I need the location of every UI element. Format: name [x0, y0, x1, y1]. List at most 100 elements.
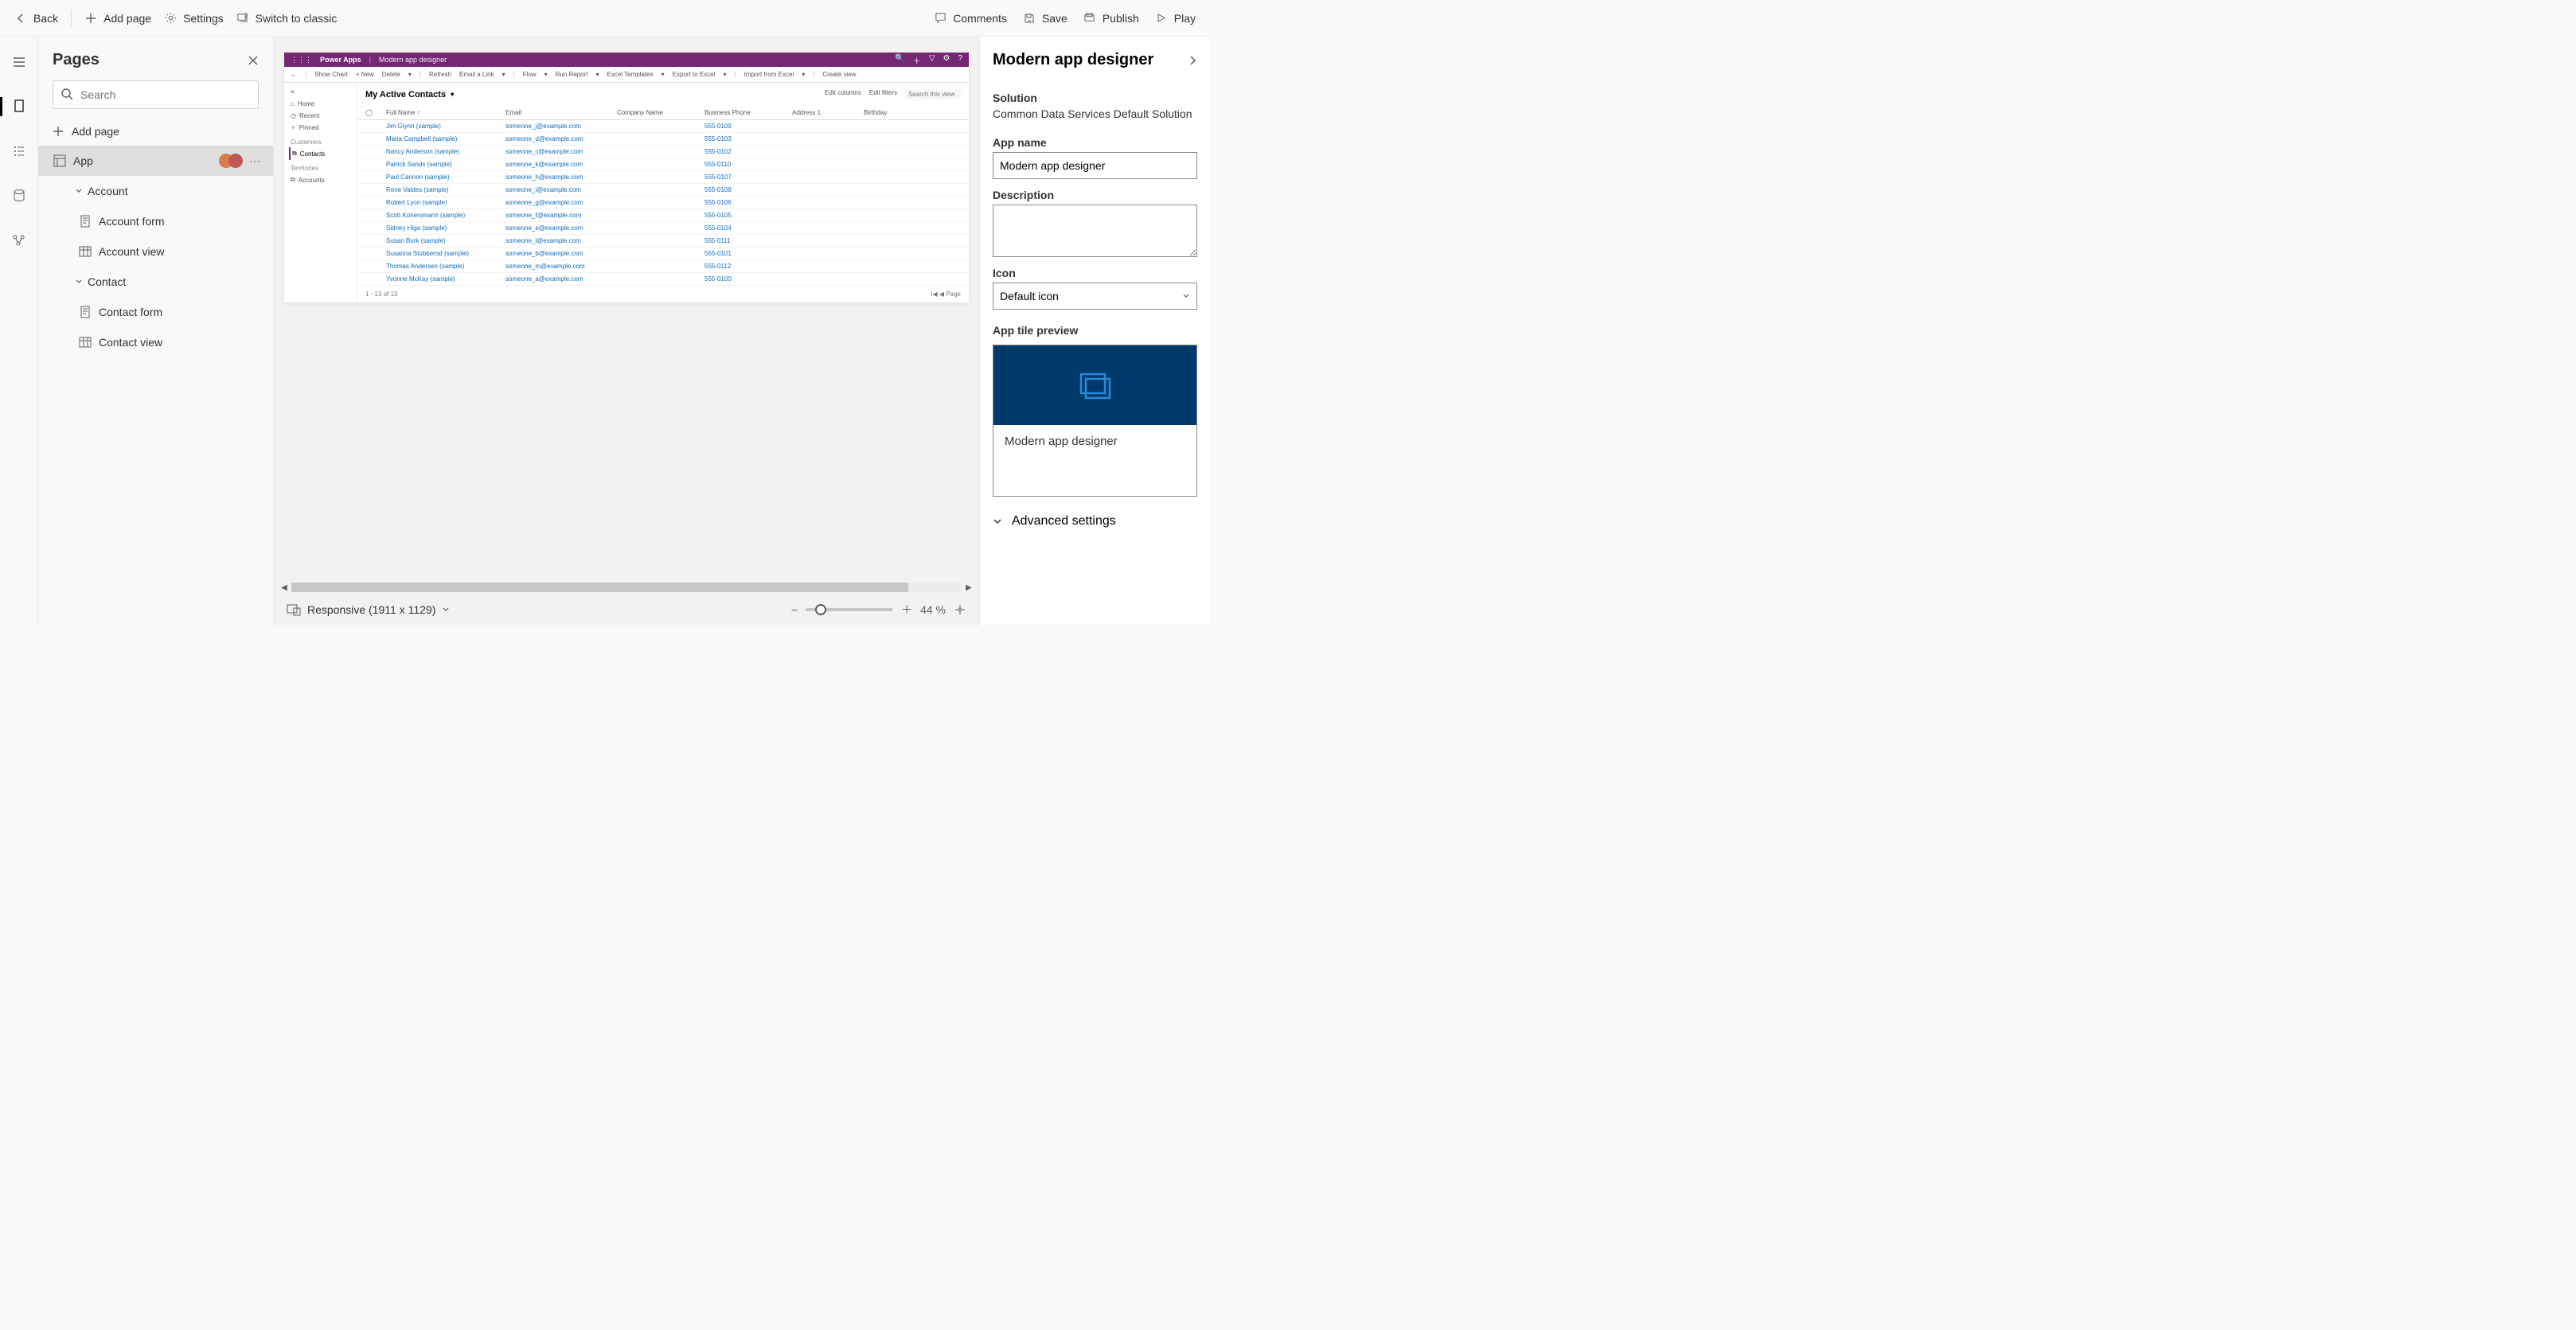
collaborator-avatars — [219, 154, 243, 168]
form-icon — [78, 305, 92, 319]
props-title: Modern app designer — [993, 51, 1153, 69]
table-row: Susanna Stubberod (sample)someone_b@exam… — [357, 248, 969, 260]
search-icon — [60, 88, 73, 100]
hamburger-button[interactable] — [6, 49, 32, 75]
scroll-left-button[interactable]: ◀ — [279, 583, 290, 592]
preview-command-bar: ←| Show Chart + New Delete▾| Refresh Ema… — [284, 67, 969, 83]
chevron-down-icon — [993, 517, 1002, 526]
pages-rail-button[interactable] — [6, 94, 32, 119]
zoom-in-button[interactable]: ＋ — [901, 602, 912, 618]
canvas-wrap: ⋮⋮⋮ Power Apps | Modern app designer 🔍 ＋… — [274, 37, 979, 625]
table-row: Patrick Sands (sample)someone_k@example.… — [357, 158, 969, 171]
automation-rail-button[interactable] — [6, 228, 32, 253]
back-label: Back — [33, 12, 58, 25]
app-name-input[interactable] — [993, 152, 1197, 179]
left-icon-rail — [0, 37, 38, 625]
switch-classic-button[interactable]: Switch to classic — [236, 12, 338, 25]
table-row: Paul Cannon (sample)someone_h@example.co… — [357, 171, 969, 184]
app-more-button[interactable]: ⋯ — [249, 154, 262, 168]
table-row: Yvonne McKay (sample)someone_a@example.c… — [357, 273, 969, 286]
save-icon — [1023, 12, 1036, 25]
comments-button[interactable]: Comments — [934, 12, 1007, 25]
tile-preview-label: App tile preview — [993, 324, 1197, 337]
tree-contact-view[interactable]: Contact view — [38, 327, 273, 357]
scroll-thumb[interactable] — [291, 583, 908, 592]
add-page-link[interactable]: Add page — [38, 117, 273, 146]
publish-button[interactable]: Publish — [1083, 12, 1139, 25]
pages-search-input[interactable] — [53, 80, 259, 109]
tree-app-row[interactable]: App ⋯ — [38, 146, 273, 176]
play-icon — [1155, 12, 1168, 25]
tree-contact-form[interactable]: Contact form — [38, 297, 273, 327]
pages-tree: App ⋯ Account Ac — [38, 146, 273, 625]
table-row: Scott Konersmann (sample)someone_f@examp… — [357, 209, 969, 222]
pages-title: Pages — [53, 51, 100, 69]
comment-icon — [934, 12, 946, 25]
data-rail-button[interactable] — [6, 183, 32, 209]
table-row: Susan Burk (sample)someone_l@example.com… — [357, 235, 969, 248]
app-tile-preview: Modern app designer — [993, 345, 1197, 497]
expand-props-button[interactable] — [1188, 55, 1197, 66]
publish-icon — [1083, 12, 1096, 25]
table-row: Nancy Anderson (sample)someone_c@example… — [357, 146, 969, 158]
gear-icon: ⚙ — [943, 54, 950, 66]
preview-search — [905, 89, 961, 99]
gear-icon — [164, 12, 177, 25]
properties-pane: Modern app designer Solution Common Data… — [979, 37, 1210, 625]
zoom-slider[interactable] — [806, 608, 893, 611]
tree-account-view[interactable]: Account view — [38, 236, 273, 267]
tree-account[interactable]: Account — [38, 176, 273, 206]
solution-label: Solution — [993, 92, 1197, 104]
view-icon — [78, 335, 92, 349]
help-icon: ? — [958, 54, 962, 66]
back-arrow-icon — [14, 12, 27, 25]
app-preview: ⋮⋮⋮ Power Apps | Modern app designer 🔍 ＋… — [284, 53, 969, 302]
tree-contact[interactable]: Contact — [38, 267, 273, 297]
save-button[interactable]: Save — [1023, 12, 1067, 25]
search-icon: 🔍 — [895, 54, 904, 66]
icon-select[interactable]: Default icon — [993, 283, 1197, 310]
table-row: Sidney Higa (sample)someone_e@example.co… — [357, 222, 969, 235]
plus-icon — [84, 12, 97, 25]
app-tile-text: Modern app designer — [993, 425, 1196, 496]
zoom-bar: Responsive (1911 x 1129) − ＋ 44 % — [274, 595, 979, 625]
fit-button[interactable] — [954, 603, 966, 616]
preview-side-nav: ≡ ⌂ Home ◷ Recent ✧ Pinned Customers ⧉ C… — [284, 83, 357, 302]
table-row: Rene Valdes (sample)someone_i@example.co… — [357, 184, 969, 197]
table-row: Maria Campbell (sample)someone_d@example… — [357, 133, 969, 146]
scroll-right-button[interactable]: ▶ — [963, 583, 974, 592]
divider — [71, 10, 72, 27]
app-icon — [53, 154, 67, 168]
settings-button[interactable]: Settings — [164, 12, 224, 25]
description-label: Description — [993, 189, 1197, 201]
switch-icon — [236, 12, 249, 25]
navigation-rail-button[interactable] — [6, 138, 32, 164]
description-input[interactable] — [993, 205, 1197, 257]
plus-icon: ＋ — [913, 54, 921, 66]
view-icon — [78, 244, 92, 259]
tree-account-form[interactable]: Account form — [38, 206, 273, 236]
preview-top-bar: ⋮⋮⋮ Power Apps | Modern app designer 🔍 ＋… — [284, 53, 969, 67]
top-toolbar: Back Add page Settings Switch to classic — [0, 0, 1210, 37]
play-button[interactable]: Play — [1155, 12, 1196, 25]
filter-icon: ▽ — [929, 54, 935, 66]
app-name-label: App name — [993, 136, 1197, 149]
preview-grid: My Active Contacts ▾ Edit columns Edit f… — [357, 83, 969, 302]
table-row: Thomas Andersen (sample)someone_m@exampl… — [357, 260, 969, 273]
solution-value: Common Data Services Default Solution — [993, 107, 1197, 120]
advanced-settings-toggle[interactable]: Advanced settings — [993, 514, 1197, 528]
back-button[interactable]: Back — [14, 12, 58, 25]
waffle-icon: ⋮⋮⋮ — [291, 56, 312, 64]
zoom-out-button[interactable]: − — [791, 603, 798, 616]
pages-pane: Pages Add page App — [38, 37, 274, 625]
add-page-button[interactable]: Add page — [84, 12, 151, 25]
horizontal-scrollbar[interactable]: ◀ ▶ — [274, 580, 979, 595]
responsive-selector[interactable]: Responsive (1911 x 1129) — [287, 603, 450, 616]
chevron-down-icon — [75, 278, 88, 286]
close-pages-button[interactable] — [248, 55, 259, 66]
table-row: Jim Glynn (sample)someone_j@example.com5… — [357, 120, 969, 133]
chevron-down-icon — [1182, 292, 1190, 300]
app-tile-icon — [1076, 369, 1114, 401]
form-icon — [78, 214, 92, 228]
icon-label: Icon — [993, 267, 1197, 279]
